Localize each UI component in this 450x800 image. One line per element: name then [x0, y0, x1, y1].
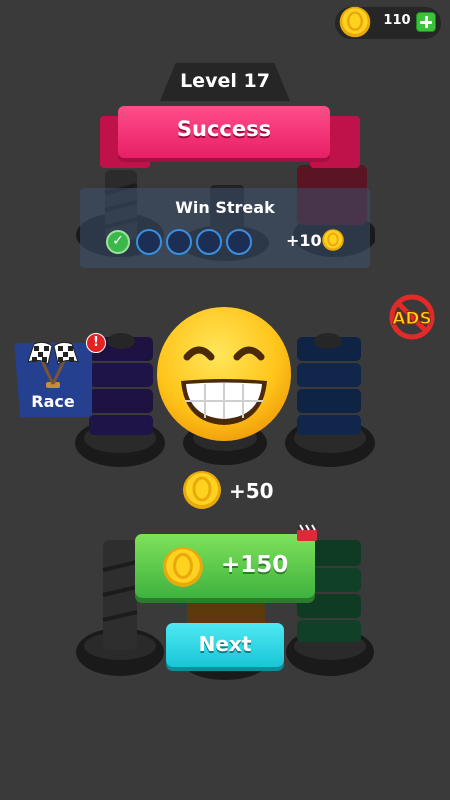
streak-reward: +10: [286, 231, 322, 250]
streak-step: [166, 229, 192, 255]
coin-count: 110: [383, 13, 411, 28]
success-title: Success: [176, 117, 272, 141]
add-coins-button[interactable]: [416, 12, 436, 32]
checkered-flags-icon: [27, 341, 79, 388]
reward-amount: +50: [229, 479, 274, 503]
grinning-face-emoji: [157, 307, 291, 441]
win-streak-title: Win Streak: [175, 198, 275, 217]
streak-step: [136, 229, 162, 255]
streak-step: [196, 229, 222, 255]
no-ads-icon[interactable]: ADS: [388, 293, 436, 341]
streak-step-completed: ✓: [106, 230, 130, 254]
clapperboard-icon: [297, 524, 317, 541]
coin-icon: [322, 229, 344, 251]
notification-badge: !: [86, 333, 106, 353]
coin-icon: [163, 547, 203, 587]
race-label: Race: [31, 392, 75, 411]
bonus-amount: +150: [221, 552, 289, 578]
no-ads-label: ADS: [392, 309, 432, 329]
next-label: Next: [198, 632, 252, 656]
coin-icon: [339, 6, 371, 38]
level-label: Level 17: [180, 70, 270, 92]
coin-icon: [183, 471, 221, 509]
streak-step: [226, 229, 252, 255]
